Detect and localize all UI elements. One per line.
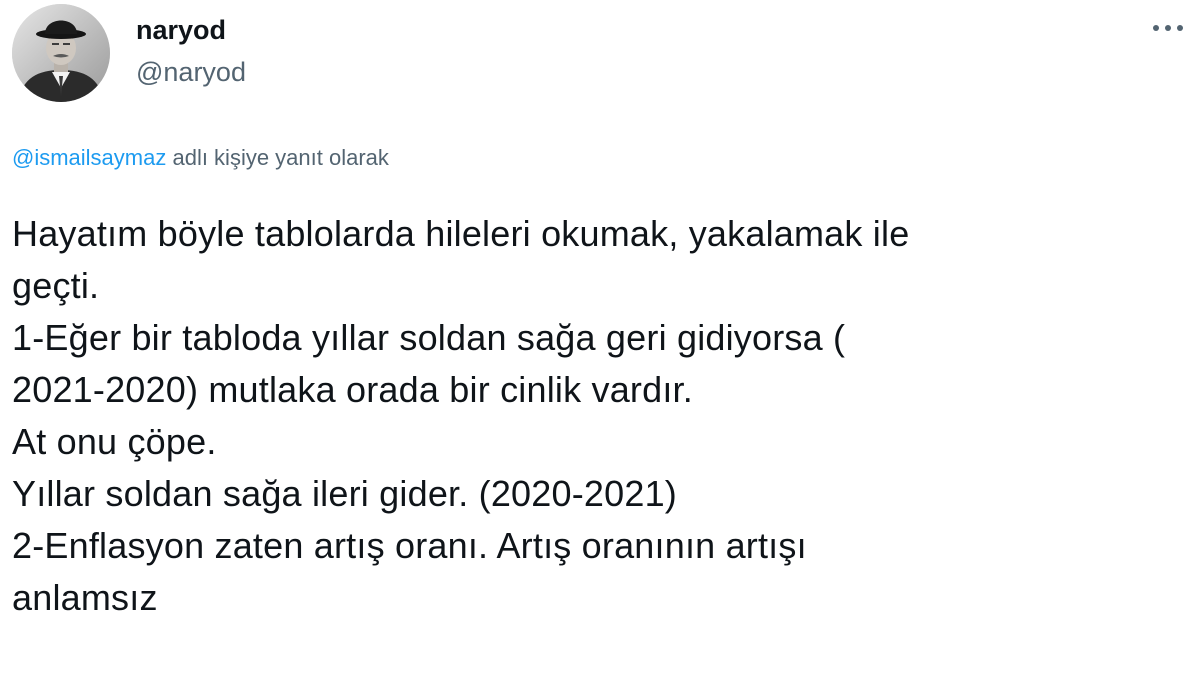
user-handle[interactable]: @naryod xyxy=(136,54,246,90)
tweet-text-line: At onu çöpe. xyxy=(12,421,217,462)
reply-context-text: adlı kişiye yanıt olarak xyxy=(166,145,389,170)
tweet-text-line: 2021-2020) mutlaka orada bir cinlik vard… xyxy=(12,369,693,410)
tweet-text-line: anlamsız xyxy=(12,577,158,618)
tweet-text-line: 2-Enflasyon zaten artış oranı. Artış ora… xyxy=(12,525,807,566)
more-horizontal-icon xyxy=(1177,25,1183,31)
tweet-card: naryod @naryod @ismailsaymaz adlı kişiye… xyxy=(0,0,1200,675)
reply-mention-link[interactable]: @ismailsaymaz xyxy=(12,145,166,170)
more-options-button[interactable] xyxy=(1144,14,1192,42)
tweet-text-line: Yıllar soldan sağa ileri gider. (2020-20… xyxy=(12,473,677,514)
more-horizontal-icon xyxy=(1153,25,1159,31)
tweet-text-line: Hayatım böyle tablolarda hileleri okumak… xyxy=(12,213,910,254)
reply-context: @ismailsaymaz adlı kişiye yanıt olarak xyxy=(12,143,389,173)
tweet-text-line: 1-Eğer bir tabloda yıllar soldan sağa ge… xyxy=(12,317,846,358)
tweet-text-line: geçti. xyxy=(12,265,100,306)
user-avatar-photo-icon xyxy=(12,4,110,102)
tweet-author: naryod @naryod xyxy=(136,12,246,90)
avatar[interactable] xyxy=(12,4,110,102)
display-name[interactable]: naryod xyxy=(136,12,246,48)
tweet-text: Hayatım böyle tablolarda hileleri okumak… xyxy=(12,208,1192,624)
more-horizontal-icon xyxy=(1165,25,1171,31)
